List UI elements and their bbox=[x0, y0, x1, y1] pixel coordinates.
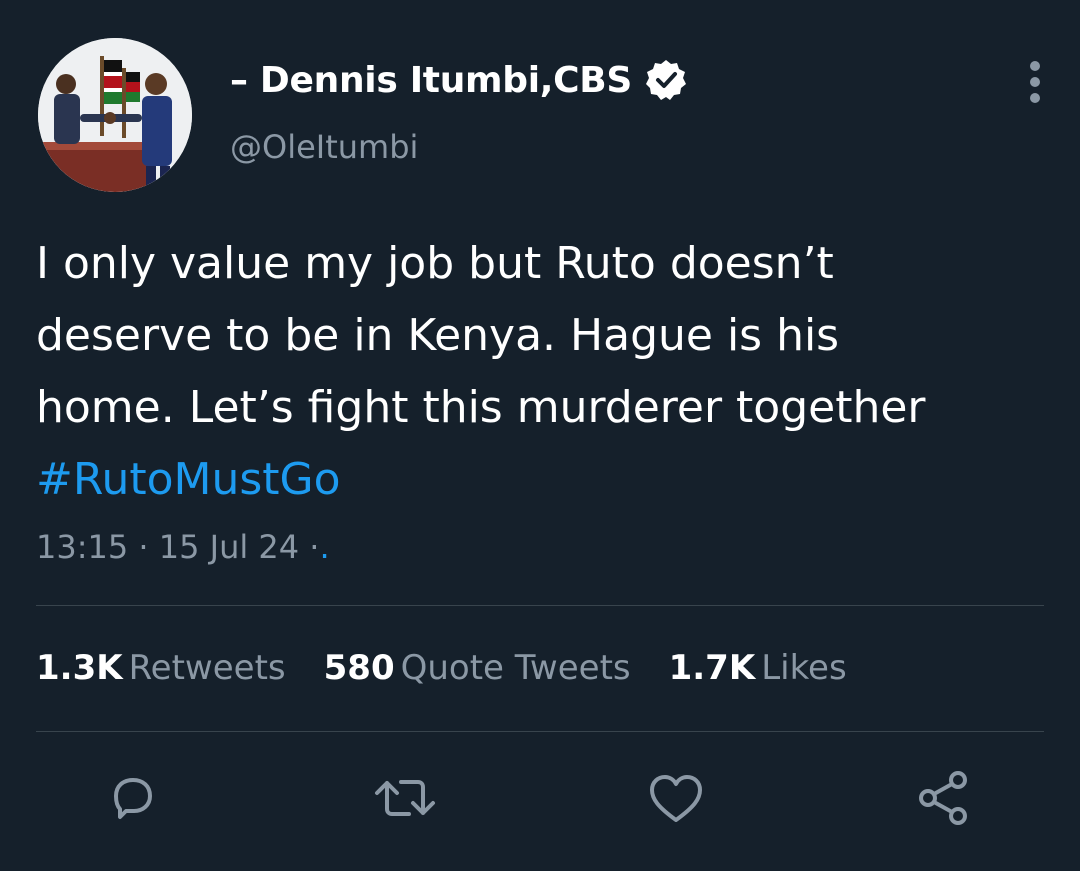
display-name[interactable]: – Dennis Itumbi,CBS bbox=[230, 60, 632, 101]
avatar[interactable] bbox=[38, 38, 192, 192]
hashtag-link[interactable]: #RutoMustGo bbox=[36, 444, 1046, 516]
like-button[interactable] bbox=[644, 766, 708, 830]
timestamp: 13:15 · 15 Jul 24 ·. bbox=[36, 528, 330, 566]
reply-icon bbox=[114, 778, 152, 819]
retweet-button[interactable] bbox=[373, 766, 437, 830]
quote-tweets-label: Quote Tweets bbox=[400, 648, 631, 688]
tweet-time: 13:15 bbox=[36, 528, 129, 566]
share-icon bbox=[919, 771, 967, 825]
tweet-text-line: home. Let’s fight this murderer together bbox=[36, 382, 926, 433]
reply-button[interactable] bbox=[101, 766, 165, 830]
divider bbox=[36, 731, 1044, 732]
verified-badge-icon bbox=[644, 58, 688, 102]
separator: · bbox=[309, 528, 320, 566]
separator: · bbox=[138, 528, 149, 566]
handle[interactable]: @OleItumbi bbox=[230, 128, 418, 166]
more-options-icon[interactable] bbox=[1024, 58, 1046, 106]
tweet-date: 15 Jul 24 bbox=[158, 528, 300, 566]
likes-label: Likes bbox=[761, 648, 847, 688]
retweet-icon bbox=[375, 780, 435, 816]
retweets-stat[interactable]: 1.3K Retweets bbox=[36, 648, 286, 688]
divider bbox=[36, 605, 1044, 606]
quote-tweets-stat[interactable]: 580 Quote Tweets bbox=[324, 648, 631, 688]
tweet-text-line: deserve to be in Kenya. Hague is his bbox=[36, 310, 840, 361]
retweets-label: Retweets bbox=[128, 648, 286, 688]
retweets-count: 1.3K bbox=[36, 648, 123, 688]
share-button[interactable] bbox=[913, 766, 977, 830]
likes-stat[interactable]: 1.7K Likes bbox=[669, 648, 847, 688]
heart-icon bbox=[650, 775, 702, 822]
display-name-row[interactable]: – Dennis Itumbi,CBS bbox=[230, 58, 688, 102]
likes-count: 1.7K bbox=[668, 648, 756, 688]
tweet-text-line: I only value my job but Ruto doesn’t bbox=[36, 238, 834, 289]
source-link[interactable]: . bbox=[319, 528, 329, 566]
quote-tweets-count: 580 bbox=[323, 648, 395, 688]
avatar-photo bbox=[38, 38, 192, 192]
engagement-stats: 1.3K Retweets 580 Quote Tweets 1.7K Likes bbox=[36, 648, 847, 688]
tweet-text: I only value my job but Ruto doesn’t des… bbox=[36, 228, 1046, 516]
